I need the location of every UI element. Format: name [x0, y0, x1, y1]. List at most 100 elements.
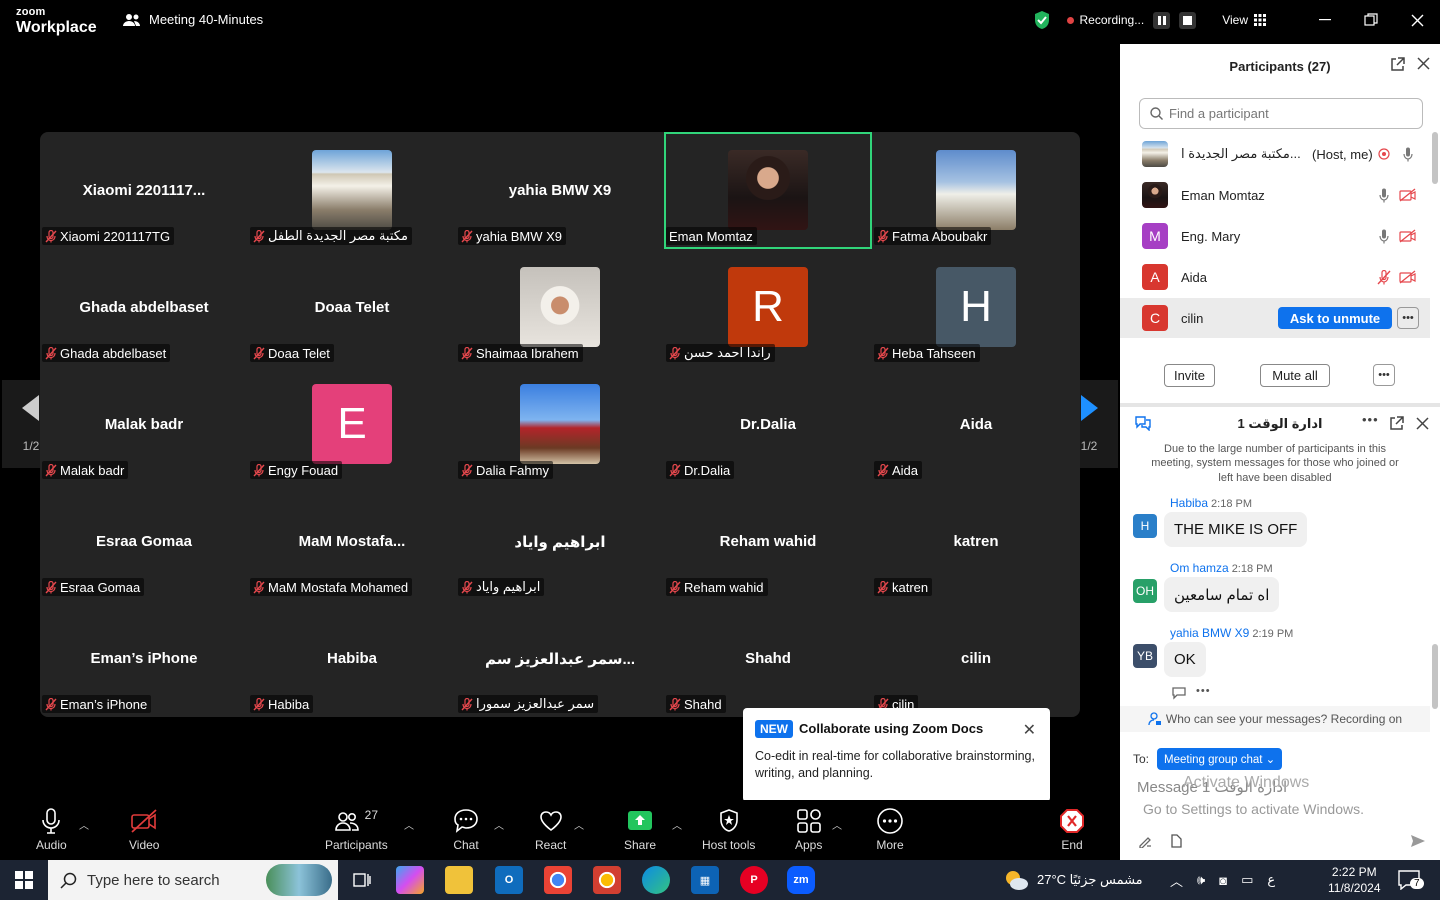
participants-button[interactable]: 27 Participants — [325, 808, 388, 852]
participant-video-tile[interactable]: Shaimaa Ibrahem — [456, 249, 664, 366]
participant-row[interactable]: M Eng. Mary — [1120, 216, 1430, 256]
chrome-profile-icon[interactable] — [593, 866, 621, 894]
message-bubble[interactable]: OK — [1164, 642, 1206, 677]
participant-video-tile[interactable]: Dalia Fahmy — [456, 366, 664, 483]
participant-more-button[interactable]: ••• — [1397, 307, 1419, 329]
sender-name[interactable]: yahia BMW X9 — [1170, 626, 1249, 640]
outlook-icon[interactable]: O — [495, 866, 523, 894]
network-icon[interactable]: ▭ — [1241, 872, 1253, 888]
react-options-caret[interactable]: ︿ — [574, 817, 584, 832]
format-text-icon[interactable] — [1138, 834, 1152, 848]
message-bubble[interactable]: اه تمام سامعين — [1164, 577, 1280, 612]
meeting-info[interactable]: Meeting 40-Minutes — [123, 12, 263, 27]
stop-recording-button[interactable] — [1179, 11, 1197, 29]
mute-all-button[interactable]: Mute all — [1260, 364, 1330, 387]
participant-video-tile[interactable]: ابراهيم واياد ابراهيم واياد — [456, 483, 664, 600]
recording-indicator[interactable]: Recording... — [1066, 11, 1197, 29]
participant-video-tile[interactable]: MaM Mostafa... MaM Mostafa Mohamed — [248, 483, 456, 600]
more-button[interactable]: More — [876, 808, 904, 852]
shield-check-icon[interactable] — [1033, 10, 1051, 30]
attach-file-icon[interactable] — [1170, 834, 1182, 848]
participant-row[interactable]: Eman Momtaz — [1120, 175, 1430, 215]
audio-button[interactable]: Audio — [36, 808, 67, 852]
chat-options-caret[interactable]: ︿ — [494, 817, 504, 832]
participant-row[interactable]: Ccilin Ask to unmute ••• — [1120, 298, 1430, 338]
video-button[interactable]: Video — [129, 808, 159, 852]
windows-start-icon[interactable] — [15, 871, 33, 889]
react-button[interactable]: React — [535, 808, 566, 852]
zoom-taskbar-icon[interactable]: zm — [787, 866, 815, 894]
chat-scrollbar[interactable] — [1432, 644, 1438, 709]
participant-video-tile[interactable]: cilin cilin — [872, 600, 1080, 717]
chrome-icon[interactable] — [544, 866, 572, 894]
participant-video-tile[interactable]: R راندا احمد حسن — [664, 249, 872, 366]
close-panel-icon[interactable] — [1417, 57, 1430, 70]
camera-icon[interactable]: ◙ — [1219, 873, 1227, 888]
apps-button[interactable]: Apps — [795, 808, 822, 852]
participant-video-tile[interactable]: Malak badr Malak badr — [40, 366, 248, 483]
participant-video-tile[interactable]: Esraa Gomaa Esraa Gomaa — [40, 483, 248, 600]
chat-pop-out-icon[interactable] — [1389, 416, 1404, 431]
participant-video-tile[interactable]: Ghada abdelbaset Ghada abdelbaset — [40, 249, 248, 366]
sender-name[interactable]: Habiba — [1170, 496, 1208, 510]
host-tools-button[interactable]: Host tools — [702, 808, 755, 852]
input-language-indicator[interactable]: ع — [1267, 872, 1275, 888]
participant-row[interactable]: A Aida — [1120, 257, 1430, 297]
participant-row[interactable]: مكتبة مصر الجديدة ا... (Host, me) — [1120, 134, 1430, 174]
participant-video-tile[interactable]: E Engy Fouad — [248, 366, 456, 483]
participants-options-caret[interactable]: ︿ — [404, 817, 414, 832]
weather-widget[interactable]: 27°C مشمس جزئيًا — [1003, 860, 1143, 900]
share-button[interactable]: Share — [624, 808, 656, 852]
notifications-button[interactable]: 7 — [1398, 860, 1424, 900]
audio-options-caret[interactable]: ︿ — [79, 817, 89, 832]
participant-video-tile[interactable]: Doaa Telet Doaa Telet — [248, 249, 456, 366]
store-icon[interactable]: ▦ — [691, 866, 719, 894]
participant-video-tile[interactable]: مكتبة مصر الجديدة الطفل — [248, 132, 456, 249]
taskbar-search[interactable]: Type here to search — [48, 860, 338, 900]
recipient-dropdown[interactable]: Meeting group chat ⌄ — [1157, 748, 1283, 770]
invite-button[interactable]: Invite — [1164, 364, 1215, 387]
ask-to-unmute-button[interactable]: Ask to unmute — [1278, 307, 1392, 329]
chat-button[interactable]: Chat — [453, 808, 479, 852]
message-more-icon[interactable]: ••• — [1196, 685, 1211, 697]
participant-video-tile[interactable]: yahia BMW X9 yahia BMW X9 — [456, 132, 664, 249]
file-explorer-icon[interactable] — [445, 866, 473, 894]
chat-more-icon[interactable]: ••• — [1362, 412, 1379, 427]
participant-video-tile[interactable]: Shahd Shahd — [664, 600, 872, 717]
pinterest-icon[interactable]: P — [740, 866, 768, 894]
find-participant-input[interactable]: Find a participant — [1139, 98, 1423, 129]
participants-more-button[interactable]: ••• — [1373, 364, 1395, 386]
end-button[interactable]: End — [1060, 808, 1084, 852]
participant-list-scrollbar[interactable] — [1432, 132, 1438, 184]
apps-options-caret[interactable]: ︿ — [832, 817, 842, 832]
close-window-button[interactable] — [1394, 0, 1440, 40]
participant-video-tile[interactable]: Xiaomi 2201117... Xiaomi 2201117TG — [40, 132, 248, 249]
participant-video-tile[interactable]: Fatma Aboubakr — [872, 132, 1080, 249]
restore-button[interactable] — [1348, 0, 1394, 40]
participant-video-tile[interactable]: Eman Momtaz — [664, 132, 872, 249]
chat-close-icon[interactable] — [1416, 417, 1429, 430]
task-view-icon[interactable] — [348, 866, 376, 894]
participant-video-tile[interactable]: katren katren — [872, 483, 1080, 600]
taskbar-clock[interactable]: 2:22 PM 11/8/2024 — [1328, 860, 1381, 900]
who-can-see-notice[interactable]: Who can see your messages? Recording on — [1120, 706, 1430, 732]
message-bubble[interactable]: THE MIKE IS OFF — [1164, 512, 1308, 547]
reply-icon[interactable] — [1171, 686, 1187, 700]
pause-recording-button[interactable] — [1153, 11, 1171, 29]
participant-video-tile[interactable]: Dr.Dalia Dr.Dalia — [664, 366, 872, 483]
participant-video-tile[interactable]: سمر عبدالعزيز سم... سمر عبدالعزيز سمورا — [456, 600, 664, 717]
volume-icon[interactable]: 🕪 — [1197, 872, 1205, 888]
copilot-icon[interactable] — [396, 866, 424, 894]
minimize-button[interactable] — [1302, 0, 1348, 40]
participant-video-tile[interactable]: Aida Aida — [872, 366, 1080, 483]
view-button[interactable]: View — [1222, 13, 1266, 27]
tooltip-close-icon[interactable]: ✕ — [1023, 720, 1036, 740]
edge-icon[interactable] — [642, 866, 670, 894]
participant-video-tile[interactable]: Eman’s iPhone Eman’s iPhone — [40, 600, 248, 717]
participant-video-tile[interactable]: Reham wahid Reham wahid — [664, 483, 872, 600]
pop-out-icon[interactable] — [1390, 57, 1405, 72]
chevron-up-icon[interactable]: ︿ — [1170, 871, 1183, 890]
send-icon[interactable] — [1410, 834, 1426, 848]
participant-video-tile[interactable]: Habiba Habiba — [248, 600, 456, 717]
sender-name[interactable]: Om hamza — [1170, 561, 1229, 575]
